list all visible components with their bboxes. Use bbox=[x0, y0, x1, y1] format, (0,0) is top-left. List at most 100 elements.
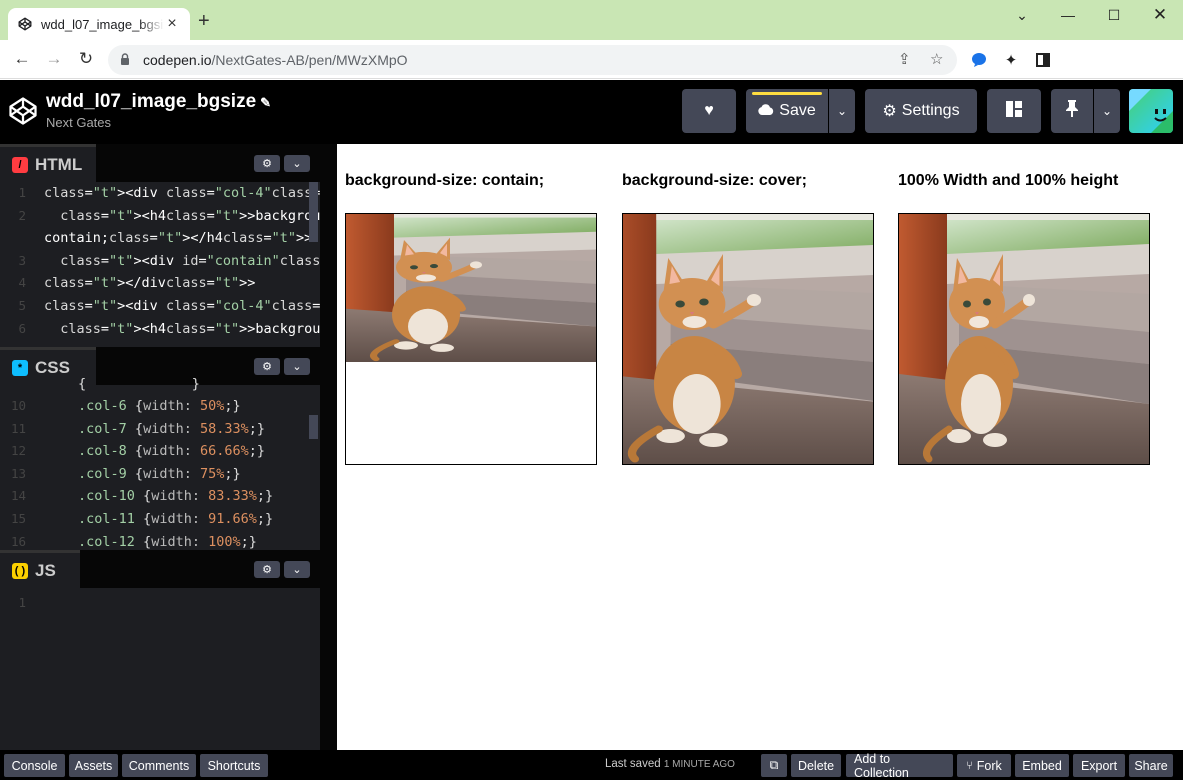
html-code-line: class="t"><div class="col-4"class="t">> bbox=[44, 298, 320, 314]
window-close-icon[interactable]: ✕ bbox=[1137, 0, 1183, 30]
line-number: 11 bbox=[10, 420, 26, 436]
pen-author[interactable]: Next Gates bbox=[46, 115, 111, 130]
unsaved-indicator bbox=[752, 92, 822, 95]
css-editor-label: CSS bbox=[35, 357, 70, 377]
save-label: Save bbox=[779, 102, 816, 119]
love-button[interactable]: ♥ bbox=[682, 89, 736, 133]
html-badge-icon: / bbox=[12, 156, 28, 173]
css-code-line-partial: { } bbox=[78, 376, 200, 392]
open-external-button[interactable]: ⧉ bbox=[761, 754, 787, 777]
external-link-icon: ⧉ bbox=[769, 758, 779, 772]
js-collapse-button[interactable]: ⌄ bbox=[284, 561, 310, 578]
forward-icon[interactable]: → bbox=[43, 48, 65, 70]
side-panel-icon[interactable] bbox=[1033, 50, 1053, 70]
html-editor-label: HTML bbox=[35, 154, 83, 174]
tab-search-chevron-icon[interactable]: ⌄ bbox=[999, 0, 1045, 30]
js-badge-icon: ( ) bbox=[12, 562, 28, 579]
url-host: codepen.io bbox=[143, 52, 212, 68]
html-code-line: contain;class="t"></h4class="t">> bbox=[44, 230, 313, 247]
pin-button[interactable] bbox=[1051, 89, 1093, 133]
share-button[interactable]: Share bbox=[1129, 754, 1173, 777]
line-number: 1 bbox=[18, 185, 26, 200]
fork-button[interactable]: ⑂ Fork bbox=[957, 754, 1011, 777]
fork-label: Fork bbox=[976, 758, 1002, 773]
stretch-box bbox=[898, 213, 1150, 465]
pen-title[interactable]: wdd_l07_image_bgsize ✎ bbox=[46, 91, 271, 113]
js-settings-button[interactable]: ⚙ bbox=[254, 561, 280, 578]
pin-options-button[interactable]: ⌄ bbox=[1094, 89, 1120, 133]
back-icon[interactable]: ← bbox=[11, 48, 33, 70]
html-editor: / HTML ⚙ ⌄ 1 2 3 4 5 6 class="t"><div cl… bbox=[0, 144, 320, 347]
css-code-line: .col-6 {width: 50%;} bbox=[78, 398, 241, 414]
delete-button[interactable]: Delete bbox=[791, 754, 841, 777]
css-collapse-button[interactable]: ⌄ bbox=[284, 358, 310, 375]
js-editor-header: ( ) JS ⚙ ⌄ bbox=[0, 550, 320, 588]
maximize-icon[interactable]: ☐ bbox=[1091, 0, 1137, 30]
share-page-icon[interactable]: ⇪ bbox=[898, 50, 911, 68]
avatar[interactable] bbox=[1129, 89, 1173, 133]
js-editor-tab[interactable]: ( ) JS bbox=[0, 550, 80, 588]
line-number: 4 bbox=[18, 275, 26, 291]
html-editor-tab[interactable]: / HTML bbox=[0, 144, 96, 182]
last-saved-label: Last saved bbox=[605, 758, 661, 770]
html-editor-header: / HTML ⚙ ⌄ bbox=[0, 144, 320, 182]
kitten-image-stretch bbox=[899, 214, 1149, 464]
editor-resize-divider[interactable] bbox=[320, 144, 337, 750]
pen-title-text: wdd_l07_image_bgsize bbox=[46, 91, 257, 112]
html-code-line: class="t"><div id="contain"class="t">>cl… bbox=[60, 252, 320, 269]
extensions-puzzle-icon[interactable]: ✦ bbox=[1001, 50, 1021, 70]
contain-box bbox=[345, 213, 597, 465]
line-number: 16 bbox=[10, 533, 26, 549]
css-code-line: .col-10 {width: 83.33%;} bbox=[78, 488, 274, 505]
export-button[interactable]: Export bbox=[1073, 754, 1125, 777]
html-collapse-button[interactable]: ⌄ bbox=[284, 155, 310, 172]
add-to-collection-button[interactable]: Add to Collection bbox=[846, 752, 953, 780]
cover-box bbox=[622, 213, 874, 465]
footer-bar: Console Assets Comments Shortcuts Last s… bbox=[0, 750, 1183, 780]
save-button[interactable]: Save bbox=[746, 89, 828, 133]
codepen-logo-icon[interactable] bbox=[8, 96, 38, 126]
line-number: 6 bbox=[18, 320, 26, 336]
css-code-line: .col-7 {width: 58.33%;} bbox=[78, 420, 266, 437]
css-editor: * CSS ⚙ ⌄ { } 10 .col-6 {width: 50%;} 11 .co… bbox=[0, 347, 320, 550]
extension-chat-icon[interactable] bbox=[969, 50, 989, 70]
kitten-image-cover bbox=[623, 214, 873, 464]
edit-pencil-icon[interactable]: ✎ bbox=[260, 95, 271, 110]
line-number: 15 bbox=[10, 511, 26, 526]
chevron-down-icon: ⌄ bbox=[292, 564, 302, 576]
new-tab-icon[interactable]: + bbox=[198, 11, 210, 31]
embed-button[interactable]: Embed bbox=[1015, 754, 1069, 777]
html-scrollbar[interactable] bbox=[309, 182, 318, 242]
close-tab-icon[interactable]: × bbox=[164, 15, 180, 33]
console-button[interactable]: Console bbox=[4, 754, 65, 777]
minimize-icon[interactable]: — bbox=[1045, 0, 1091, 30]
chevron-down-icon: ⌄ bbox=[836, 104, 848, 118]
line-number: 3 bbox=[18, 252, 26, 268]
save-options-button[interactable]: ⌄ bbox=[829, 89, 855, 133]
browser-tab[interactable]: wdd_l07_image_bgsize × bbox=[8, 8, 190, 40]
css-code-line: .col-9 {width: 75%;} bbox=[78, 465, 241, 482]
address-bar[interactable]: codepen.io/NextGates-AB/pen/MWzXMpO ⇪ ☆ bbox=[108, 45, 957, 75]
html-settings-button[interactable]: ⚙ bbox=[254, 155, 280, 172]
bookmark-star-icon[interactable]: ☆ bbox=[930, 50, 943, 68]
shortcuts-button[interactable]: Shortcuts bbox=[200, 754, 268, 777]
comments-button[interactable]: Comments bbox=[122, 754, 196, 777]
line-number: 13 bbox=[10, 465, 26, 481]
fork-icon: ⑂ bbox=[966, 759, 973, 772]
browser-tab-bar: wdd_l07_image_bgsize × + ⌄ — ☐ ✕ bbox=[0, 0, 1183, 40]
line-number: 5 bbox=[18, 298, 26, 313]
js-editor: ( ) JS ⚙ ⌄ 1 bbox=[0, 550, 320, 750]
css-code-line: .col-8 {width: 66.66%;} bbox=[78, 443, 266, 460]
settings-button[interactable]: ⚙ Settings bbox=[865, 89, 977, 133]
reload-icon[interactable]: ↻ bbox=[75, 48, 97, 70]
codepen-header: wdd_l07_image_bgsize ✎ Next Gates ♥ Save … bbox=[0, 80, 1183, 144]
result-preview: background-size: contain; background-siz… bbox=[337, 144, 1183, 750]
assets-button[interactable]: Assets bbox=[69, 754, 118, 777]
change-view-button[interactable] bbox=[987, 89, 1041, 133]
kitten-image-contain bbox=[346, 214, 596, 362]
css-settings-button[interactable]: ⚙ bbox=[254, 358, 280, 375]
css-code-line: .col-11 {width: 91.66%;} bbox=[78, 511, 274, 527]
css-scrollbar[interactable] bbox=[309, 415, 318, 439]
url-path: /NextGates-AB/pen/MWzXMpO bbox=[211, 52, 408, 68]
pin-icon bbox=[1066, 100, 1078, 122]
